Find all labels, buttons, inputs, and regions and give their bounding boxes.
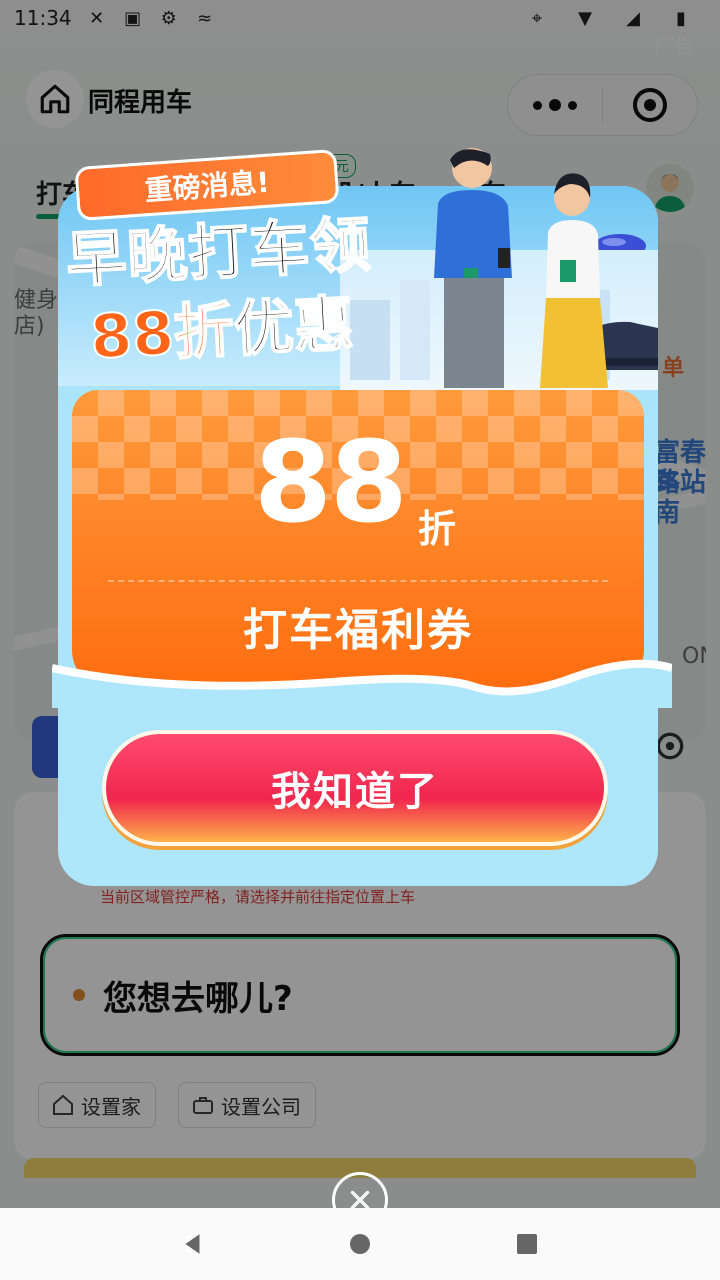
confirm-button[interactable]: 我知道了 bbox=[102, 730, 608, 846]
recents-button[interactable] bbox=[507, 1224, 547, 1264]
confirm-button-label: 我知道了 bbox=[271, 769, 439, 815]
coupon-unit: 折 bbox=[418, 507, 457, 551]
recents-icon bbox=[516, 1234, 537, 1254]
coupon-value: 88 bbox=[254, 418, 408, 548]
coupon-divider bbox=[108, 580, 608, 582]
back-button[interactable] bbox=[173, 1224, 213, 1264]
home-circle-icon bbox=[349, 1234, 370, 1254]
popup-subheadline: 88折优惠 bbox=[88, 275, 357, 376]
headline-rest: 优惠 bbox=[231, 288, 356, 366]
people-illustration bbox=[400, 148, 658, 388]
home-nav-button[interactable] bbox=[340, 1224, 380, 1264]
discount-coupon: 88 折 打车福利券 bbox=[52, 390, 672, 708]
headline-discount: 88折 bbox=[88, 294, 237, 373]
system-nav-bar bbox=[0, 1208, 720, 1280]
back-icon bbox=[185, 1234, 200, 1254]
